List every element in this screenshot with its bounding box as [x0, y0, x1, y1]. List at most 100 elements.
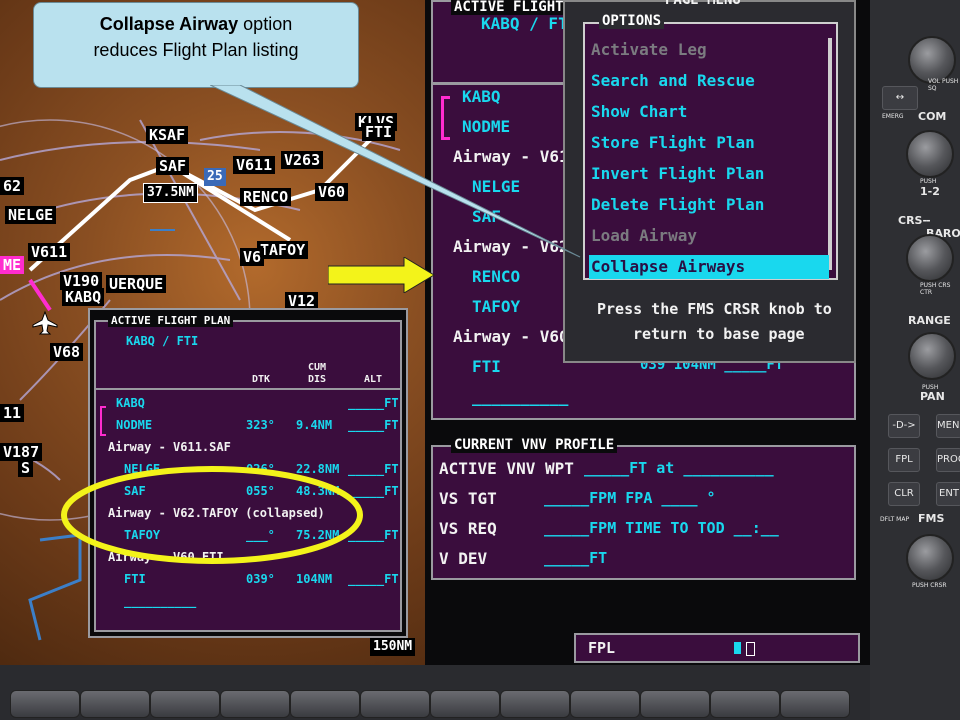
inset-row-alt: _____FT [348, 572, 399, 586]
inset-row-dtk: 323° [246, 418, 275, 432]
vol-knob[interactable] [908, 36, 956, 84]
page-indicator-active [734, 642, 741, 654]
fpl-row[interactable]: FTI [472, 357, 501, 376]
map-label-11: 11 [0, 404, 25, 422]
map-label-saf: SAF [156, 157, 190, 175]
map-label-nelge: NELGE [5, 206, 57, 224]
callout-bold: Collapse Airway [99, 14, 239, 34]
softkey[interactable] [570, 690, 640, 718]
vnv-value: _____FT at __________ [584, 459, 774, 477]
callout-line-1: Collapse Airway option [34, 11, 358, 37]
softkey[interactable] [500, 690, 570, 718]
map-label-ksaf: KSAF [146, 126, 189, 144]
softkey[interactable] [290, 690, 360, 718]
vnv-label: V DEV [439, 549, 488, 568]
menu-item[interactable]: Store Flight Plan [589, 131, 829, 155]
callout-rest: option [238, 14, 293, 34]
softkey[interactable] [150, 690, 220, 718]
menu-item: Load Airway [591, 226, 697, 245]
vnv-label: VS TGT [439, 489, 497, 508]
emergency-freq-button[interactable]: ↔ [882, 86, 918, 110]
fpl-route: KABQ / FT [481, 14, 568, 33]
highlight-ellipse [61, 466, 363, 564]
ent-button[interactable]: ENT [936, 482, 960, 506]
map-range-label: 150NM [370, 638, 416, 656]
page-status-bar: FPL [574, 633, 860, 663]
softkey[interactable] [640, 690, 710, 718]
vol-label: VOL PUSH SQ [928, 78, 959, 92]
inset-row-dis: 9.4NM [296, 418, 333, 432]
options-list: OPTIONS Activate Leg Search and Rescue Sho… [583, 13, 838, 280]
inset-header: ACTIVE FLIGHT PLAN [108, 314, 234, 327]
map-distance-label: 37.5NM [143, 183, 198, 203]
softkey[interactable] [10, 690, 80, 718]
menu-item[interactable]: Collapse Airways [589, 255, 829, 279]
vnv-value: _____FPM FPA ____ ° [544, 489, 716, 507]
inset-route: KABQ / FTI [126, 334, 199, 348]
com-label: COM [918, 110, 947, 123]
com-knob[interactable] [906, 130, 954, 178]
softkey[interactable] [710, 690, 780, 718]
map-label-v68: V68 [50, 343, 84, 361]
softkey[interactable] [780, 690, 850, 718]
callout-box: Collapse Airway option reduces Flight Pl… [33, 2, 359, 88]
menu-item[interactable]: Search and Rescue [589, 69, 829, 93]
com-12-label: 1-2 [920, 185, 940, 198]
vnv-label: VS REQ [439, 519, 497, 538]
map-label-s: S [18, 459, 34, 477]
col-cum: CUM [308, 362, 327, 373]
fpl-row[interactable]: __________ [472, 387, 568, 406]
menu-button[interactable]: MENU [936, 414, 960, 438]
map-label-62: 62 [0, 177, 25, 195]
inset-row-name: KABQ [116, 396, 145, 410]
fpl-row[interactable]: TAFOY [472, 297, 520, 316]
vnv-value: _____FPM TIME TO TOD __:__ [544, 519, 779, 537]
page-group-label: FPL [588, 639, 616, 657]
inset-row-dtk: 039° [246, 572, 275, 586]
aircraft-icon [32, 310, 58, 335]
right-bezel: VOL PUSH SQ ↔ EMERG COM PUSH 1-2 CRS- -B… [870, 0, 960, 720]
range-label: RANGE [908, 314, 951, 327]
softkey[interactable] [360, 690, 430, 718]
softkey[interactable] [220, 690, 290, 718]
inset-divider [96, 388, 400, 390]
callout-line-2: reduces Flight Plan listing [93, 40, 299, 60]
page-indicator [746, 642, 755, 656]
proc-button[interactable]: PROC [936, 448, 960, 472]
crs-label: CRS- [898, 214, 928, 227]
menu-footer-2: return to base page [633, 325, 805, 343]
fms-knob[interactable] [906, 534, 954, 582]
inset-row-name: Airway - V611.SAF [108, 440, 231, 454]
emerg-label: EMERG [882, 113, 904, 120]
range-knob[interactable] [908, 332, 956, 380]
page-menu-window: PAGE MENU OPTIONS Activate Leg Search and… [563, 0, 856, 363]
inset-active-bracket [100, 406, 106, 436]
clr-button[interactable]: CLR [888, 482, 920, 506]
push-crsr-label: PUSH CRSR [912, 582, 947, 589]
inset-row-alt: _____FT [348, 396, 399, 410]
inset-row-name: FTI [124, 572, 146, 586]
fpl-row[interactable]: RENCO [472, 267, 520, 286]
pan-label: PAN [920, 390, 945, 403]
menu-item[interactable]: Delete Flight Plan [589, 193, 829, 217]
menu-item: Activate Leg [591, 40, 707, 59]
inset-row-name: NODME [116, 418, 153, 432]
softkey[interactable] [430, 690, 500, 718]
vnv-value: _____FT [544, 549, 608, 567]
map-label-albuquerque: UERQUE [106, 275, 167, 293]
menu-item[interactable]: Invert Flight Plan [589, 162, 829, 186]
menu-item[interactable]: Show Chart [589, 100, 829, 124]
menu-title: PAGE MENU [665, 0, 741, 8]
col-dtk: DTK [252, 374, 271, 385]
softkey[interactable] [80, 690, 150, 718]
vnv-header: CURRENT VNV PROFILE [451, 437, 618, 453]
direct-to-button[interactable]: -D-> [888, 414, 920, 438]
crs-baro-knob[interactable] [906, 234, 954, 282]
inset-row-name: __________ [124, 594, 197, 608]
map-label-kabq: KABQ [62, 288, 105, 306]
inset-row-dis: 104NM [296, 572, 333, 586]
callout-pointer [210, 85, 581, 258]
col-alt: ALT [364, 374, 383, 385]
menu-footer-1: Press the FMS CRSR knob to [597, 300, 832, 318]
fpl-button[interactable]: FPL [888, 448, 920, 472]
